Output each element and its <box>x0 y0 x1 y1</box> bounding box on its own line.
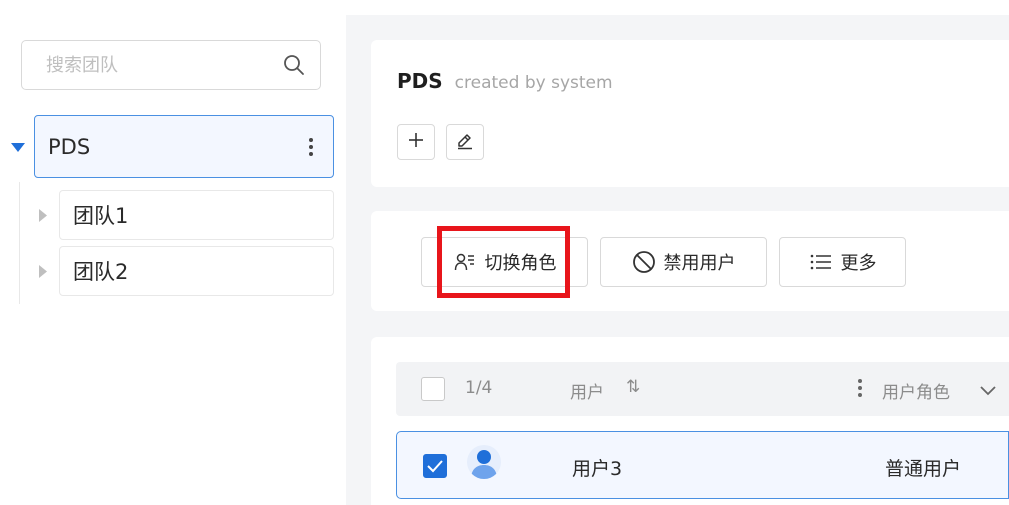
selection-count: 1/4 <box>465 378 493 398</box>
team-creator: created by system <box>454 73 613 93</box>
more-label: 更多 <box>840 253 877 274</box>
table-header: 1/4 用户 ⇅ 用户角色 <box>396 362 1009 416</box>
sort-icon[interactable]: ⇅ <box>626 377 640 397</box>
user-name: 用户3 <box>572 458 623 480</box>
app-root: PDS 团队1 团队2 PDS created by system <box>0 0 1009 505</box>
caret-right-icon[interactable] <box>38 264 48 278</box>
team-name: PDS <box>397 69 443 93</box>
tree-node-label: 团队2 <box>73 260 129 284</box>
edit-button[interactable] <box>446 124 484 160</box>
tree-node-team2[interactable]: 团队2 <box>59 246 334 296</box>
edit-icon <box>455 130 475 154</box>
disable-user-label: 禁用用户 <box>663 253 736 274</box>
tree-node-label: PDS <box>48 134 91 159</box>
row-checkbox[interactable] <box>423 454 447 478</box>
team-search-box[interactable] <box>21 40 321 90</box>
team-title: PDS created by system <box>397 69 613 93</box>
caret-right-icon[interactable] <box>38 208 48 222</box>
team-header-card: PDS created by system <box>371 40 1009 187</box>
tree-node-team1[interactable]: 团队1 <box>59 190 334 240</box>
list-icon <box>809 250 833 274</box>
chevron-down-icon[interactable] <box>979 382 997 401</box>
table-row[interactable]: 用户3 普通用户 <box>396 431 1009 499</box>
user-table-card: 1/4 用户 ⇅ 用户角色 用户3 普通用户 <box>371 337 1009 505</box>
team-sidebar: PDS 团队1 团队2 <box>0 0 346 505</box>
disable-user-button[interactable]: 禁用用户 <box>600 237 767 287</box>
more-button[interactable]: 更多 <box>779 237 906 287</box>
user-actions-card: 切换角色 禁用用户 更多 <box>371 211 1009 311</box>
select-all-checkbox[interactable] <box>421 377 445 401</box>
caret-down-icon[interactable] <box>10 140 26 154</box>
check-icon <box>427 460 443 473</box>
more-vertical-icon[interactable] <box>299 132 323 162</box>
ban-icon <box>632 250 656 274</box>
column-resize-icon[interactable] <box>857 378 863 402</box>
user-list-icon <box>453 250 477 274</box>
column-header-role[interactable]: 用户角色 <box>882 378 950 403</box>
add-button[interactable] <box>397 124 435 160</box>
tree-node-label: 团队1 <box>73 204 129 228</box>
switch-role-button[interactable]: 切换角色 <box>421 237 588 287</box>
plus-icon <box>407 131 425 153</box>
avatar <box>467 445 501 479</box>
switch-role-label: 切换角色 <box>484 253 557 274</box>
search-icon[interactable] <box>282 53 306 77</box>
tree-guide-line <box>19 182 20 304</box>
column-header-user[interactable]: 用户 <box>570 378 604 403</box>
user-role: 普通用户 <box>885 458 962 480</box>
tree-node-pds[interactable]: PDS <box>34 115 334 178</box>
team-search-input[interactable] <box>46 54 282 76</box>
